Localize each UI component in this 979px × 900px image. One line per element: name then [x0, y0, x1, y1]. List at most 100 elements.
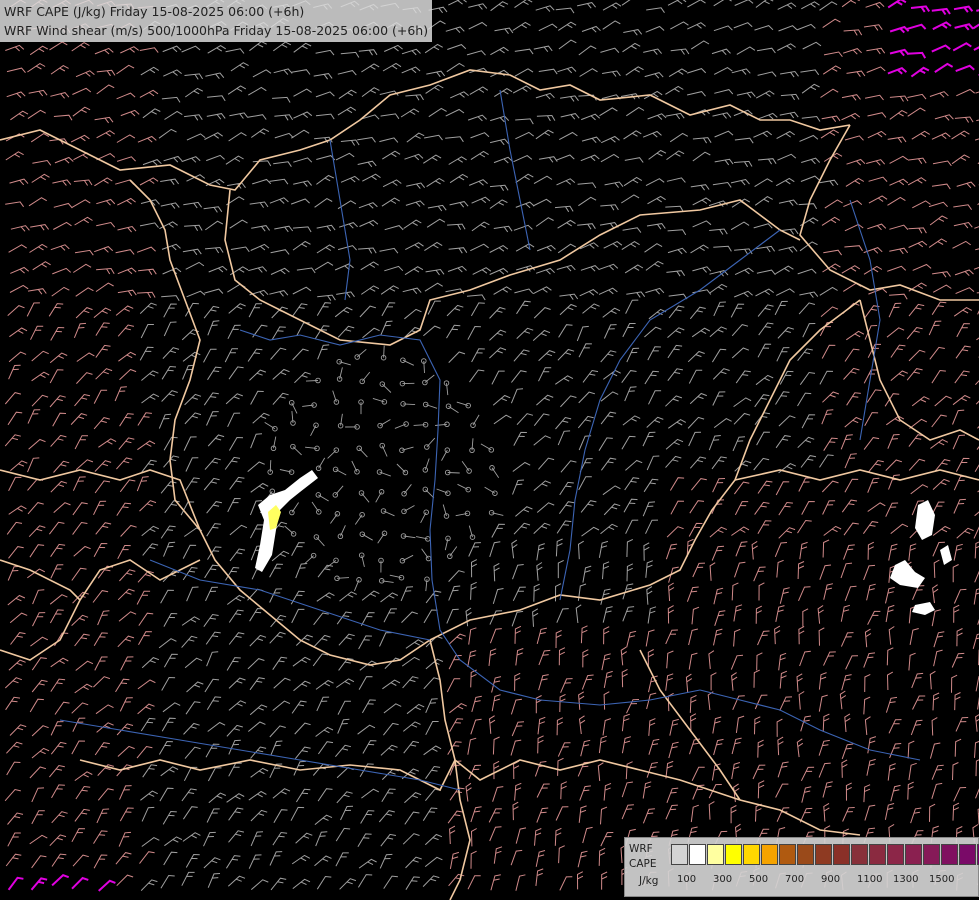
wind-barb: [511, 610, 524, 627]
wind-barb: [973, 46, 979, 51]
wind-barb: [931, 414, 947, 428]
wind-barb: [843, 29, 863, 36]
wind-barb: [846, 392, 861, 406]
wind-barb: [72, 106, 91, 117]
wind-barb: [907, 157, 927, 164]
wind-barb: [841, 743, 854, 760]
wind-barb: [907, 177, 927, 186]
wind-barb: [555, 416, 572, 430]
wind-barb: [776, 130, 795, 140]
wind-barb: [819, 1, 838, 11]
wind-barb: [800, 455, 817, 468]
wind-barb: [491, 694, 501, 712]
wind-barb: [626, 563, 634, 582]
wind-barb: [733, 628, 741, 647]
wind-barb: [754, 501, 770, 515]
wind-barb: [164, 110, 183, 120]
wind-barb-staff: [426, 437, 436, 448]
wind-barb: [775, 481, 790, 496]
calm-wind-marker: [492, 490, 498, 496]
wind-barb: [207, 320, 220, 336]
wind-barb: [933, 649, 943, 667]
wind-barb: [910, 484, 929, 495]
wind-barb: [49, 764, 65, 778]
wind-barb: [162, 810, 177, 825]
wind-barb: [600, 523, 618, 535]
wind-barb-staff: [356, 348, 367, 358]
wind-barb: [535, 850, 546, 867]
wind-barb: [116, 64, 135, 75]
wind-barb: [670, 500, 685, 515]
wind-barb: [466, 50, 486, 56]
wind-barb: [335, 852, 349, 867]
wind-barb: [360, 612, 375, 626]
wind-barb: [560, 781, 568, 800]
wind-barb: [667, 247, 687, 255]
river-north-2: [499, 89, 531, 251]
wind-barb: [335, 152, 355, 161]
wind-barb: [317, 294, 336, 301]
wind-barb: [885, 502, 899, 517]
wind-barb: [30, 133, 50, 143]
wind-barb: [844, 585, 857, 601]
wind-barb: [557, 219, 576, 229]
wind-barb: [975, 788, 979, 799]
wind-barb: [250, 390, 264, 405]
wind-barb: [184, 73, 204, 80]
wind-barb: [428, 107, 447, 118]
wind-barb: [907, 93, 927, 100]
wind-barb: [71, 614, 89, 626]
wind-barb-staff: [339, 525, 346, 537]
wind-barb: [229, 476, 245, 490]
wind-barb: [446, 62, 465, 73]
wind-barb: [117, 544, 131, 560]
wind-barb: [558, 845, 565, 864]
wind-barb: [841, 759, 848, 778]
wind-barb: [555, 375, 574, 385]
wind-barb: [406, 182, 426, 189]
wind-barb: [337, 718, 350, 734]
wind-barb: [954, 738, 962, 757]
wind-barb: [8, 505, 27, 515]
wind-barb: [203, 206, 223, 213]
wind-barb: [777, 326, 795, 339]
wind-barb: [315, 49, 335, 56]
wind-barb: [538, 674, 549, 691]
wind-barb: [821, 480, 839, 493]
wind-barb: [74, 771, 93, 782]
wind-barb: [488, 715, 496, 734]
wind-barb: [449, 201, 469, 208]
wind-barb: [665, 629, 678, 645]
wind-barb: [162, 702, 181, 713]
wind-barb: [380, 113, 400, 120]
wind-barb: [778, 652, 787, 671]
wind-barb: [228, 366, 244, 380]
wind-barb: [95, 344, 111, 358]
wind-barb: [315, 726, 334, 737]
wind-barb: [31, 394, 49, 407]
wind-barb: [160, 874, 175, 889]
wind-barb: [601, 871, 608, 890]
wind-barb: [933, 631, 945, 648]
wind-barb: [576, 2, 596, 9]
wind-barb: [643, 478, 659, 493]
wind-barb: [489, 826, 502, 842]
wind-barb: [802, 323, 816, 338]
wind-barb: [185, 477, 200, 491]
wind-barb: [116, 92, 136, 100]
wind-barb: [908, 458, 926, 471]
wind-barb: [689, 500, 705, 514]
wind-barb: [578, 715, 586, 735]
wind-barb: [317, 788, 333, 802]
wind-barb: [840, 434, 853, 450]
wind-barb: [491, 523, 505, 538]
wind-barb: [402, 676, 419, 689]
wind-barb: [929, 215, 948, 226]
wind-barb: [603, 503, 621, 516]
wind-barb: [820, 88, 839, 98]
wind-barb: [49, 521, 65, 535]
wind-barb: [754, 196, 773, 206]
wind-barb: [929, 803, 936, 822]
wind-barb: [559, 131, 578, 141]
wind-barb: [272, 788, 291, 799]
